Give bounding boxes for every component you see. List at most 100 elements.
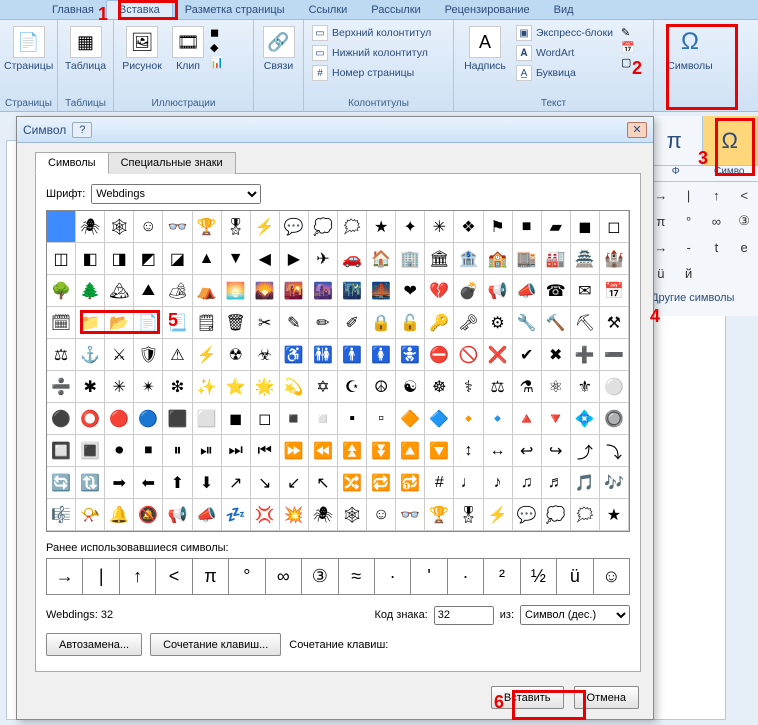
- table-button[interactable]: ▦ Таблица: [62, 22, 109, 72]
- symbol-cell[interactable]: ⚔: [105, 339, 134, 371]
- symbol-cell[interactable]: 🚼: [396, 339, 425, 371]
- symbol-cell[interactable]: ⚡: [484, 499, 513, 531]
- symbol-cell[interactable]: 💔: [425, 275, 454, 307]
- mini-sym[interactable]: ③: [730, 208, 758, 234]
- help-button[interactable]: ?: [72, 122, 92, 138]
- picture-button[interactable]: 🖼 Рисунок: [118, 22, 166, 72]
- symbol-cell[interactable]: ⚡: [193, 339, 222, 371]
- cancel-button[interactable]: Отмена: [574, 686, 639, 709]
- symbol-cell[interactable]: ⏫: [338, 435, 367, 467]
- symbol-cell[interactable]: 🔀: [338, 467, 367, 499]
- smartart-icon[interactable]: ◆: [210, 41, 224, 54]
- symbol-cell[interactable]: ☸: [425, 371, 454, 403]
- tab-pagelayout[interactable]: Разметка страницы: [173, 1, 297, 19]
- recent-symbol[interactable]: |: [83, 559, 119, 595]
- symbol-cell[interactable]: 🏢: [396, 243, 425, 275]
- symbol-cell[interactable]: ✡: [309, 371, 338, 403]
- recent-symbol[interactable]: ≈: [339, 559, 375, 595]
- symbol-cell[interactable]: ✴: [134, 371, 163, 403]
- recent-symbol[interactable]: ½: [521, 559, 557, 595]
- symbol-cell[interactable]: 🎶: [600, 467, 629, 499]
- recent-symbol[interactable]: <: [156, 559, 192, 595]
- symbol-cell[interactable]: 🔹: [484, 403, 513, 435]
- recent-symbol[interactable]: °: [229, 559, 265, 595]
- symbol-cell[interactable]: 🌄: [251, 275, 280, 307]
- symbol-cell[interactable]: ⚠: [163, 339, 192, 371]
- symbol-cell[interactable]: ◨: [105, 243, 134, 275]
- symbol-cell[interactable]: ☺: [134, 211, 163, 243]
- pagenum-button[interactable]: #Номер страницы: [310, 64, 433, 82]
- symbol-cell[interactable]: ⏯: [193, 435, 222, 467]
- mini-sym[interactable]: ∞: [703, 208, 731, 234]
- symbol-cell[interactable]: #: [425, 467, 454, 499]
- symbol-cell[interactable]: 🏆: [425, 499, 454, 531]
- symbol-cell[interactable]: ✱: [76, 371, 105, 403]
- symbol-cell[interactable]: ☣: [251, 339, 280, 371]
- symbol-cell[interactable]: ➕: [571, 339, 600, 371]
- symbol-cell[interactable]: 📣: [513, 275, 542, 307]
- mini-sym[interactable]: ↑: [703, 182, 731, 208]
- links-button[interactable]: 🔗 Связи: [258, 22, 299, 72]
- symbol-cell[interactable]: 🔼: [396, 435, 425, 467]
- symbol-cell[interactable]: ⚑: [484, 211, 513, 243]
- symbol-cell[interactable]: ↗: [222, 467, 251, 499]
- symbol-cell[interactable]: 🔑: [425, 307, 454, 339]
- symbol-cell[interactable]: 🕸: [105, 211, 134, 243]
- symbol-cell[interactable]: 🔴: [105, 403, 134, 435]
- symbol-cell[interactable]: ◪: [163, 243, 192, 275]
- symbol-cell[interactable]: ♫: [513, 467, 542, 499]
- symbol-cell[interactable]: ✎: [280, 307, 309, 339]
- mini-sym[interactable]: [703, 260, 731, 286]
- chart-icon[interactable]: 📊: [210, 56, 224, 69]
- symbol-cell[interactable]: ❌: [484, 339, 513, 371]
- symbol-cell[interactable]: ⤵: [600, 435, 629, 467]
- symbol-cell[interactable]: ✈: [309, 243, 338, 275]
- symbol-cell[interactable]: 📯: [76, 499, 105, 531]
- symbol-cell[interactable]: 👓: [163, 211, 192, 243]
- symbol-cell[interactable]: ▰: [542, 211, 571, 243]
- symbol-cell[interactable]: ⚛: [542, 371, 571, 403]
- symbol-cell[interactable]: 🚺: [367, 339, 396, 371]
- symbol-cell[interactable]: ↪: [542, 435, 571, 467]
- symbol-cell[interactable]: ★: [600, 499, 629, 531]
- symbol-cell[interactable]: 💢: [251, 499, 280, 531]
- quickparts-button[interactable]: ▣Экспресс-блоки: [514, 24, 615, 42]
- mini-sym[interactable]: |: [675, 182, 703, 208]
- symbol-cell[interactable]: 🔳: [76, 435, 105, 467]
- symbol-cell[interactable]: 🏦: [454, 243, 483, 275]
- symbol-cell[interactable]: ✳: [425, 211, 454, 243]
- footer-button[interactable]: ▭Нижний колонтитул: [310, 44, 433, 62]
- mini-sym[interactable]: t: [703, 234, 731, 260]
- symbol-cell[interactable]: 💭: [542, 499, 571, 531]
- symbol-cell[interactable]: ◫: [47, 243, 76, 275]
- symbol-cell[interactable]: ☎: [542, 275, 571, 307]
- symbol-cell[interactable]: ⚡: [251, 211, 280, 243]
- symbol-cell[interactable]: 🔘: [600, 403, 629, 435]
- symbol-cell[interactable]: ❖: [454, 211, 483, 243]
- symbol-cell[interactable]: 🔂: [396, 467, 425, 499]
- symbol-cell[interactable]: 🗑: [222, 307, 251, 339]
- symbol-cell[interactable]: 🔸: [454, 403, 483, 435]
- symbol-cell[interactable]: ⚫: [47, 403, 76, 435]
- symbol-cell[interactable]: 🏕: [163, 275, 192, 307]
- symbol-cell[interactable]: ⏺: [105, 435, 134, 467]
- recent-symbol[interactable]: ü: [557, 559, 593, 595]
- sig-icon[interactable]: ✎: [621, 26, 635, 39]
- symbol-cell[interactable]: ✐: [338, 307, 367, 339]
- symbol-cell[interactable]: 🚻: [309, 339, 338, 371]
- symbol-cell[interactable]: ⚓: [76, 339, 105, 371]
- symbol-cell[interactable]: ⚒: [600, 307, 629, 339]
- symbol-cell[interactable]: 🔺: [513, 403, 542, 435]
- symbol-cell[interactable]: 🎼: [47, 499, 76, 531]
- symbol-cell[interactable]: ➖: [600, 339, 629, 371]
- recent-symbol[interactable]: ': [411, 559, 447, 595]
- mini-sym[interactable]: й: [675, 260, 703, 286]
- symbol-cell[interactable]: ✂: [251, 307, 280, 339]
- symbol-cell[interactable]: ◀: [251, 243, 280, 275]
- symbol-cell[interactable]: 🔕: [134, 499, 163, 531]
- symbol-cell[interactable]: ⚖: [47, 339, 76, 371]
- symbol-cell[interactable]: 🏬: [513, 243, 542, 275]
- font-select[interactable]: Webdings: [91, 184, 261, 204]
- symbol-cell[interactable]: ⤴: [571, 435, 600, 467]
- symbol-cell[interactable]: ☢: [222, 339, 251, 371]
